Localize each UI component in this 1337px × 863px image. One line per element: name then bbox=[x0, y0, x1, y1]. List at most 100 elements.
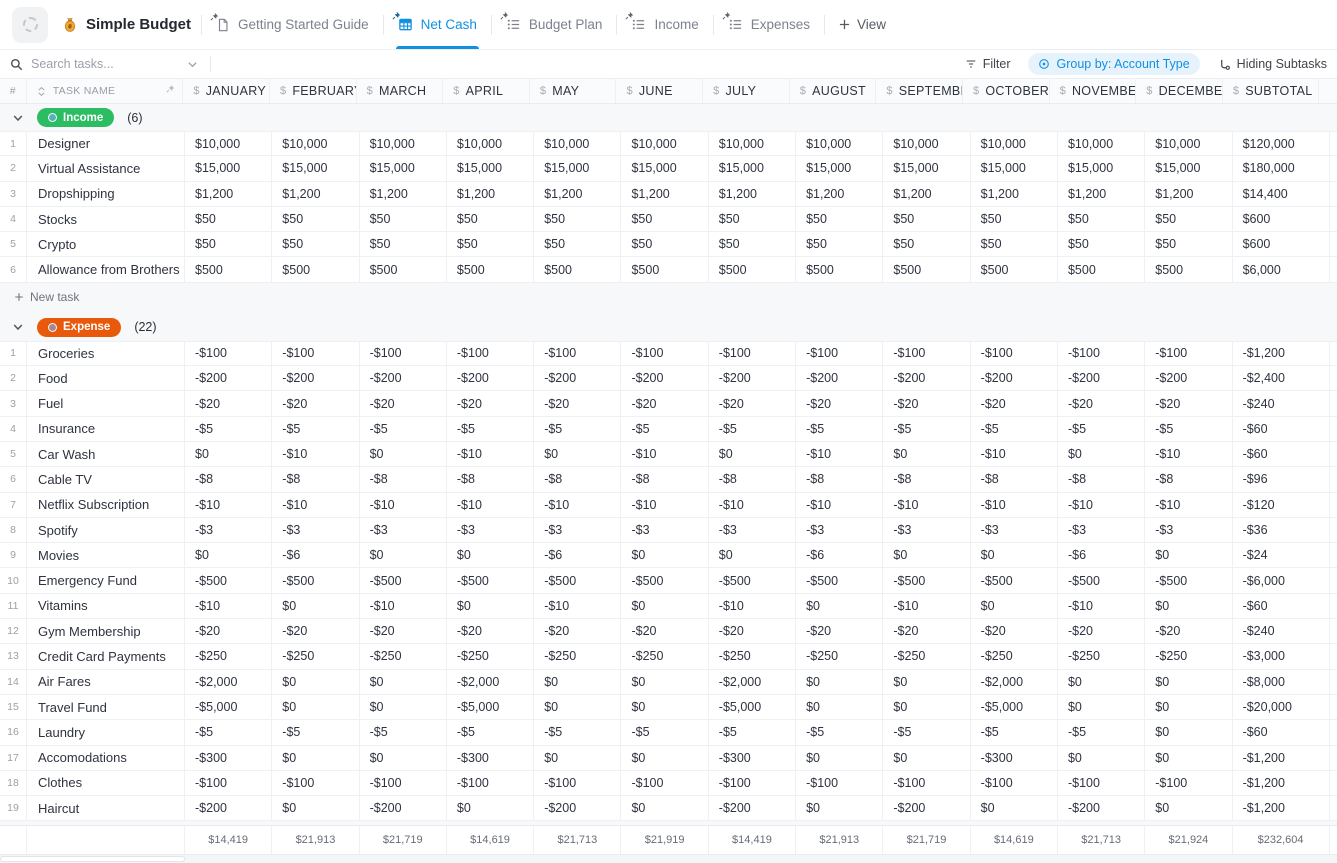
month-value-cell[interactable]: -$200 bbox=[621, 366, 708, 391]
month-value-cell[interactable]: -$250 bbox=[1145, 644, 1232, 669]
month-value-cell[interactable]: -$8 bbox=[272, 467, 359, 492]
month-value-cell[interactable]: -$3 bbox=[1058, 518, 1145, 543]
month-value-cell[interactable]: -$8 bbox=[621, 467, 708, 492]
month-value-cell[interactable]: $10,000 bbox=[185, 131, 272, 156]
collapse-group-icon[interactable] bbox=[12, 321, 24, 333]
month-value-cell[interactable]: -$8 bbox=[709, 467, 796, 492]
month-value-cell[interactable]: $0 bbox=[971, 543, 1058, 568]
month-value-cell[interactable]: $1,200 bbox=[1145, 182, 1232, 207]
month-column-header[interactable]: $NOVEMBER bbox=[1050, 79, 1137, 103]
month-value-cell[interactable]: $0 bbox=[272, 796, 359, 821]
month-value-cell[interactable]: -$5 bbox=[447, 417, 534, 442]
month-column-header[interactable]: $JUNE bbox=[616, 79, 703, 103]
month-value-cell[interactable]: $50 bbox=[360, 232, 447, 257]
month-value-cell[interactable]: -$100 bbox=[1058, 771, 1145, 796]
month-value-cell[interactable]: -$500 bbox=[883, 568, 970, 593]
task-name-cell[interactable]: Fuel bbox=[27, 391, 185, 416]
month-value-cell[interactable]: $1,200 bbox=[883, 182, 970, 207]
subtotal-value-cell[interactable]: $14,400 bbox=[1233, 182, 1330, 207]
month-value-cell[interactable]: -$250 bbox=[360, 644, 447, 669]
month-value-cell[interactable]: $0 bbox=[883, 442, 970, 467]
month-value-cell[interactable]: -$200 bbox=[185, 796, 272, 821]
month-value-cell[interactable]: -$20 bbox=[621, 391, 708, 416]
month-value-cell[interactable]: -$20 bbox=[1058, 391, 1145, 416]
month-value-cell[interactable]: -$10 bbox=[272, 442, 359, 467]
month-value-cell[interactable]: -$100 bbox=[360, 341, 447, 366]
month-value-cell[interactable]: -$100 bbox=[272, 341, 359, 366]
month-value-cell[interactable]: $50 bbox=[971, 232, 1058, 257]
horizontal-scrollbar[interactable] bbox=[0, 855, 1337, 863]
month-value-cell[interactable]: $0 bbox=[1145, 720, 1232, 745]
grand-total-cell[interactable]: $232,604 bbox=[1233, 826, 1330, 854]
task-name-cell[interactable]: Car Wash bbox=[27, 442, 185, 467]
month-value-cell[interactable]: -$10 bbox=[272, 493, 359, 518]
month-value-cell[interactable]: -$500 bbox=[534, 568, 621, 593]
month-value-cell[interactable]: $15,000 bbox=[1058, 156, 1145, 181]
month-value-cell[interactable]: $0 bbox=[185, 543, 272, 568]
month-value-cell[interactable]: -$3 bbox=[1145, 518, 1232, 543]
chevron-down-icon[interactable] bbox=[187, 59, 198, 70]
month-value-cell[interactable]: -$20 bbox=[534, 391, 621, 416]
month-value-cell[interactable]: $0 bbox=[621, 796, 708, 821]
group-tag-expense[interactable]: Expense bbox=[37, 318, 121, 337]
month-value-cell[interactable]: -$200 bbox=[883, 366, 970, 391]
month-value-cell[interactable]: $0 bbox=[272, 695, 359, 720]
month-value-cell[interactable]: -$20 bbox=[447, 619, 534, 644]
month-value-cell[interactable]: $1,200 bbox=[971, 182, 1058, 207]
month-value-cell[interactable]: -$20 bbox=[360, 391, 447, 416]
month-value-cell[interactable]: -$500 bbox=[621, 568, 708, 593]
subtotal-value-cell[interactable]: -$60 bbox=[1233, 442, 1330, 467]
month-column-header[interactable]: $OCTOBER bbox=[963, 79, 1050, 103]
month-value-cell[interactable]: -$100 bbox=[534, 771, 621, 796]
month-value-cell[interactable]: $0 bbox=[360, 746, 447, 771]
month-value-cell[interactable]: $50 bbox=[360, 207, 447, 232]
tab-getting-started-guide[interactable]: Getting Started Guide bbox=[202, 0, 383, 49]
month-value-cell[interactable]: $0 bbox=[360, 442, 447, 467]
month-value-cell[interactable]: -$10 bbox=[360, 594, 447, 619]
month-value-cell[interactable]: -$5 bbox=[272, 417, 359, 442]
month-value-cell[interactable]: -$10 bbox=[796, 493, 883, 518]
month-value-cell[interactable]: $0 bbox=[534, 695, 621, 720]
month-value-cell[interactable]: $0 bbox=[883, 670, 970, 695]
month-value-cell[interactable]: $1,200 bbox=[185, 182, 272, 207]
subtotal-value-cell[interactable]: -$240 bbox=[1233, 391, 1330, 416]
hiding-subtasks-button[interactable]: Hiding Subtasks bbox=[1218, 57, 1327, 71]
month-value-cell[interactable]: -$20 bbox=[185, 391, 272, 416]
month-value-cell[interactable]: -$200 bbox=[709, 796, 796, 821]
month-value-cell[interactable]: -$20 bbox=[971, 391, 1058, 416]
month-value-cell[interactable]: -$20 bbox=[534, 619, 621, 644]
month-value-cell[interactable]: -$10 bbox=[971, 493, 1058, 518]
month-value-cell[interactable]: $0 bbox=[621, 670, 708, 695]
month-value-cell[interactable]: $10,000 bbox=[796, 131, 883, 156]
month-value-cell[interactable]: $0 bbox=[1058, 746, 1145, 771]
month-value-cell[interactable]: -$5 bbox=[1058, 417, 1145, 442]
month-value-cell[interactable]: -$20 bbox=[360, 619, 447, 644]
subtotal-value-cell[interactable]: -$3,000 bbox=[1233, 644, 1330, 669]
month-value-cell[interactable]: -$5 bbox=[709, 720, 796, 745]
month-value-cell[interactable]: -$500 bbox=[1145, 568, 1232, 593]
month-value-cell[interactable]: -$500 bbox=[796, 568, 883, 593]
month-value-cell[interactable]: $50 bbox=[1145, 232, 1232, 257]
month-value-cell[interactable]: -$5 bbox=[621, 417, 708, 442]
month-value-cell[interactable]: -$10 bbox=[1058, 493, 1145, 518]
month-value-cell[interactable]: $0 bbox=[883, 746, 970, 771]
task-name-cell[interactable]: Spotify bbox=[27, 518, 185, 543]
month-column-header[interactable]: $DECEMBER bbox=[1136, 79, 1223, 103]
month-value-cell[interactable]: $0 bbox=[447, 796, 534, 821]
month-value-cell[interactable]: -$8 bbox=[360, 467, 447, 492]
subtotal-value-cell[interactable]: -$1,200 bbox=[1233, 746, 1330, 771]
tab-expenses[interactable]: Expenses bbox=[714, 0, 824, 49]
subtotal-value-cell[interactable]: -$1,200 bbox=[1233, 796, 1330, 821]
month-value-cell[interactable]: -$100 bbox=[272, 771, 359, 796]
task-name-cell[interactable]: Clothes bbox=[27, 771, 185, 796]
task-name-cell[interactable]: Netflix Subscription bbox=[27, 493, 185, 518]
month-value-cell[interactable]: $0 bbox=[1145, 695, 1232, 720]
subtotal-value-cell[interactable]: -$20,000 bbox=[1233, 695, 1330, 720]
month-value-cell[interactable]: $10,000 bbox=[534, 131, 621, 156]
month-value-cell[interactable]: $50 bbox=[185, 232, 272, 257]
subtotal-value-cell[interactable]: $600 bbox=[1233, 232, 1330, 257]
month-value-cell[interactable]: -$3 bbox=[971, 518, 1058, 543]
month-value-cell[interactable]: $15,000 bbox=[796, 156, 883, 181]
month-value-cell[interactable]: -$250 bbox=[883, 644, 970, 669]
month-value-cell[interactable]: -$8 bbox=[185, 467, 272, 492]
